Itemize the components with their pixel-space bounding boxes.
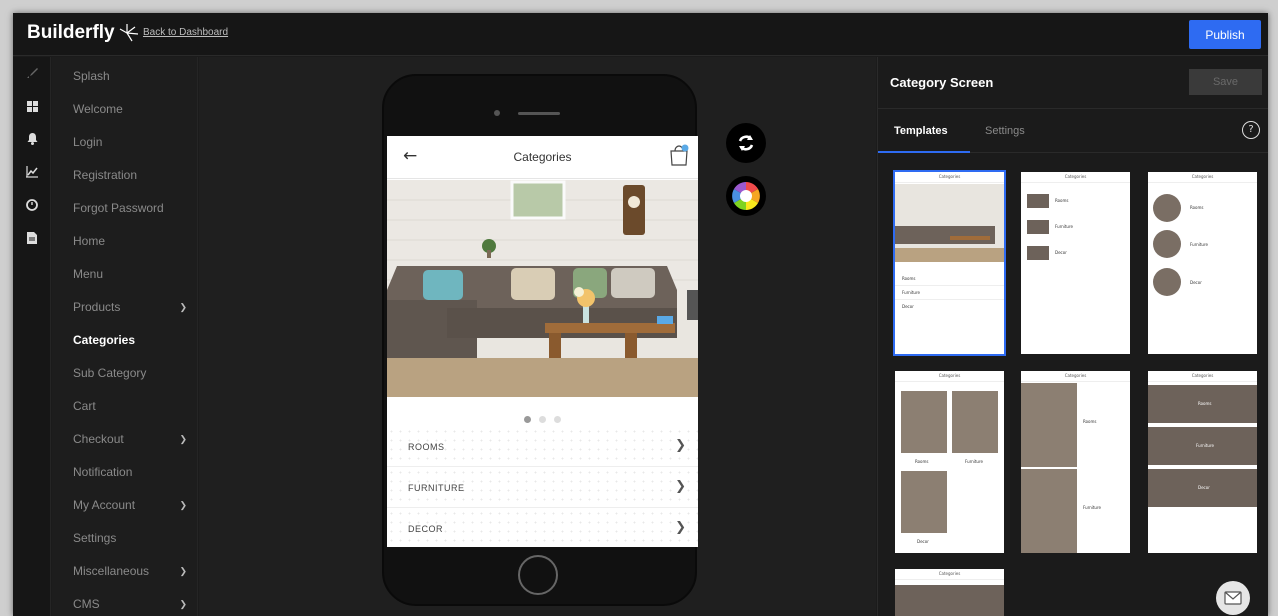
template-card[interactable]: Categories Rooms Furniture Decor: [895, 371, 1004, 553]
menu-item-home[interactable]: Home: [73, 231, 195, 251]
menu-item-cms[interactable]: CMS ❯: [73, 594, 195, 614]
menu-item-menu[interactable]: Menu: [73, 264, 195, 284]
grid-icon[interactable]: [24, 100, 40, 116]
menu-item-miscellaneous[interactable]: Miscellaneous ❯: [73, 561, 195, 581]
icon-rail: [13, 57, 51, 616]
brush-icon[interactable]: [24, 67, 40, 83]
menu-item-settings[interactable]: Settings: [73, 528, 195, 548]
tab-templates[interactable]: Templates: [894, 125, 948, 137]
screen-header: ← Categories: [387, 136, 698, 179]
color-wheel-icon: [728, 178, 764, 214]
logo-text: Builderfly: [27, 22, 115, 43]
template-card[interactable]: Categories Rooms Furniture: [1021, 371, 1130, 553]
template-card[interactable]: Categories Rooms Furniture Decor: [1148, 371, 1257, 553]
menu-item-welcome[interactable]: Welcome: [73, 99, 195, 119]
app-window: Builderfly Back to Dashboard Publish Spl…: [13, 13, 1268, 616]
menu-item-notification[interactable]: Notification: [73, 462, 195, 482]
chevron-down-icon: ❯: [179, 565, 187, 576]
tab-settings[interactable]: Settings: [985, 125, 1025, 137]
chevron-down-icon: ❯: [179, 301, 187, 312]
template-card[interactable]: Categories Rooms Furniture Decor: [1021, 172, 1130, 354]
category-row[interactable]: ROOMS ❯: [387, 427, 698, 467]
chevron-down-icon: ❯: [179, 433, 187, 444]
phone-screen[interactable]: ← Categories ROOMS ❯ FURNITURE ❯ DECOR ❯: [387, 136, 698, 547]
top-bar: Builderfly Back to Dashboard Publish: [13, 13, 1268, 56]
document-icon[interactable]: [24, 232, 40, 248]
publish-button[interactable]: Publish: [1189, 20, 1261, 49]
clock-icon[interactable]: [24, 199, 40, 215]
menu-item-categories[interactable]: Categories: [73, 330, 195, 350]
preview-canvas: ← Categories ROOMS ❯ FURNITURE ❯ DECOR ❯: [199, 57, 876, 616]
panel-tabs: Templates Settings ?: [878, 108, 1268, 153]
menu-item-my-account[interactable]: My Account ❯: [73, 495, 195, 515]
carousel-dots: [387, 408, 698, 427]
refresh-button[interactable]: [726, 123, 766, 163]
active-tab-indicator: [878, 151, 970, 153]
screen-menu: Splash Welcome Login Registration Forgot…: [52, 57, 198, 616]
screen-title: Categories: [513, 150, 572, 164]
help-icon[interactable]: ?: [1242, 121, 1260, 139]
template-card[interactable]: Categories: [895, 569, 1004, 616]
phone-home-button: [518, 555, 558, 595]
template-preview-image: [895, 184, 1004, 262]
carousel-dot[interactable]: [554, 416, 561, 423]
mail-icon: [1224, 591, 1242, 605]
category-row[interactable]: DECOR ❯: [387, 509, 698, 547]
menu-item-forgot-password[interactable]: Forgot Password: [73, 198, 195, 218]
logo: Builderfly: [27, 22, 139, 44]
menu-item-cart[interactable]: Cart: [73, 396, 195, 416]
hero-banner-image[interactable]: [387, 180, 698, 397]
save-button[interactable]: Save: [1189, 69, 1262, 95]
phone-speaker: [518, 112, 560, 115]
menu-item-products[interactable]: Products ❯: [73, 297, 195, 317]
chat-support-button[interactable]: [1216, 581, 1250, 615]
carousel-dot[interactable]: [539, 416, 546, 423]
menu-item-sub-category[interactable]: Sub Category: [73, 363, 195, 383]
shopping-bag-icon[interactable]: [669, 144, 689, 166]
chevron-down-icon: ❯: [179, 598, 187, 609]
back-to-dashboard-link[interactable]: Back to Dashboard: [143, 27, 228, 38]
chevron-right-icon: ❯: [675, 520, 686, 535]
menu-item-login[interactable]: Login: [73, 132, 195, 152]
menu-item-splash[interactable]: Splash: [73, 66, 195, 86]
logo-spark-icon: [119, 24, 138, 42]
menu-item-registration[interactable]: Registration: [73, 165, 195, 185]
phone-mockup: ← Categories ROOMS ❯ FURNITURE ❯ DECOR ❯: [382, 74, 698, 606]
panel-title: Category Screen: [890, 75, 994, 90]
phone-camera: [494, 110, 500, 116]
chevron-down-icon: ❯: [179, 499, 187, 510]
chevron-right-icon: ❯: [675, 438, 686, 453]
refresh-icon: [738, 135, 754, 151]
menu-item-checkout[interactable]: Checkout ❯: [73, 429, 195, 449]
chart-icon[interactable]: [24, 166, 40, 182]
template-card[interactable]: Categories Rooms Furniture Decor: [893, 170, 1006, 356]
carousel-dot[interactable]: [524, 416, 531, 423]
bell-icon[interactable]: [24, 133, 40, 149]
category-row[interactable]: FURNITURE ❯: [387, 468, 698, 508]
color-picker-button[interactable]: [726, 176, 766, 216]
chevron-right-icon: ❯: [675, 479, 686, 494]
template-card[interactable]: Categories Rooms Furniture Decor: [1148, 172, 1257, 354]
properties-panel: Category Screen Save Templates Settings …: [877, 57, 1268, 616]
